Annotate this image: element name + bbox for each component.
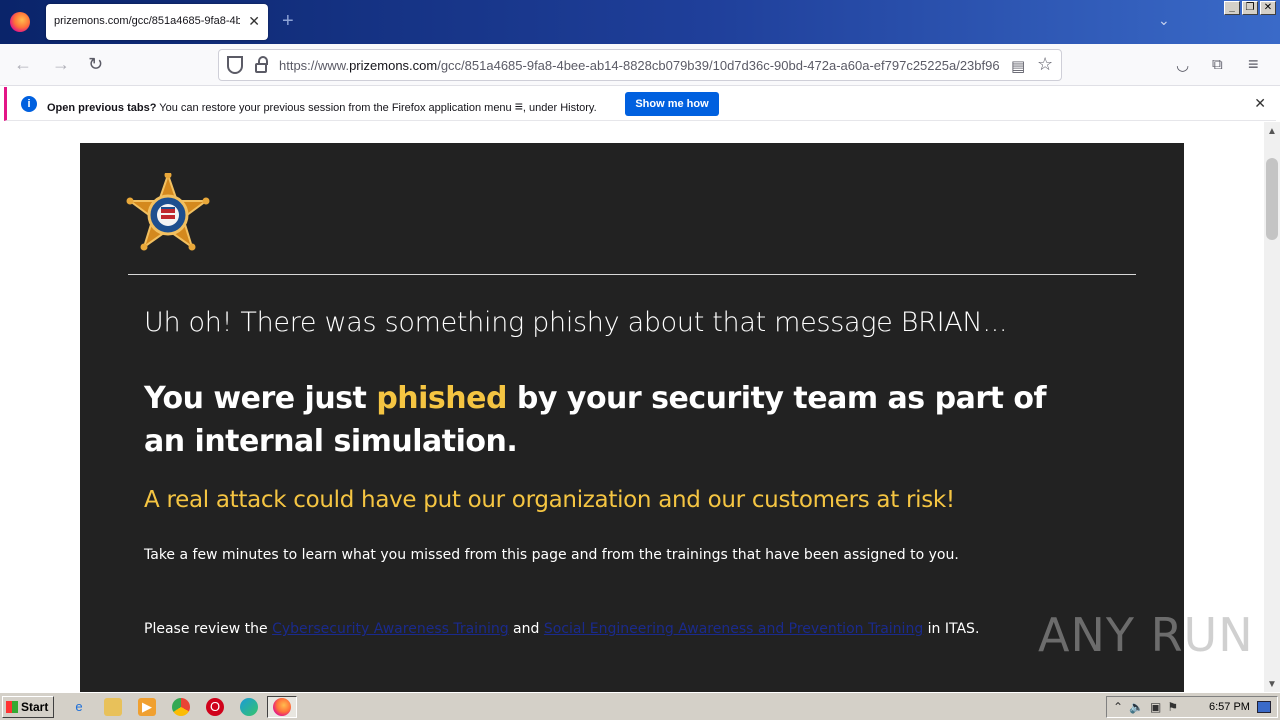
- headline-highlight: phished: [376, 381, 507, 416]
- restore-session-notification: i Open previous tabs? You can restore yo…: [4, 87, 1276, 121]
- pocket-icon[interactable]: ◡: [1176, 56, 1189, 74]
- window-controls: _ ❐ ✕: [1224, 1, 1276, 15]
- list-all-tabs-icon[interactable]: ⌄: [1158, 12, 1170, 29]
- reader-view-icon[interactable]: ▤: [1011, 57, 1025, 75]
- tab-active[interactable]: prizemons.com/gcc/851a4685-9fa8-4bee ✕: [46, 4, 268, 40]
- start-label: Start: [21, 700, 49, 714]
- reload-icon[interactable]: ↻: [88, 54, 103, 75]
- firefox-taskbar-button[interactable]: [267, 696, 297, 718]
- media-player-icon[interactable]: ▶: [138, 698, 156, 716]
- info-icon: i: [21, 96, 37, 112]
- review-suffix: in ITAS.: [923, 621, 980, 637]
- star-badge-logo: [126, 173, 210, 251]
- url-text[interactable]: https://www.prizemons.com/gcc/851a4685-9…: [279, 58, 999, 73]
- opera-icon[interactable]: O: [206, 698, 224, 716]
- minimize-button[interactable]: _: [1224, 1, 1240, 15]
- review-paragraph: Please review the Cybersecurity Awarenes…: [144, 621, 979, 637]
- page-viewport: Uh oh! There was something phishy about …: [0, 122, 1264, 692]
- close-window-button[interactable]: ✕: [1260, 1, 1276, 15]
- internet-explorer-icon[interactable]: e: [70, 698, 88, 716]
- show-me-how-button[interactable]: Show me how: [625, 92, 719, 116]
- phished-headline: You were just phished by your security t…: [144, 377, 1084, 463]
- restore-button[interactable]: ❐: [1242, 1, 1258, 15]
- system-tray: ⌃🔈▣⚑ 6:57 PM: [1106, 696, 1278, 718]
- social-engineering-training-link[interactable]: Social Engineering Awareness and Prevent…: [544, 621, 923, 637]
- page-heading: Uh oh! There was something phishy about …: [144, 307, 1008, 338]
- notification-text: Open previous tabs? You can restore your…: [47, 98, 597, 114]
- headline-part1: You were just: [144, 381, 377, 416]
- url-path: /gcc/851a4685-9fa8-4bee-ab14-8828cb079b3…: [437, 58, 999, 73]
- navigation-toolbar: ← → ↻ https://www.prizemons.com/gcc/851a…: [0, 44, 1280, 86]
- notification-message-end: , under History.: [522, 102, 597, 114]
- windows-flag-icon: [6, 701, 18, 713]
- scrollbar-thumb[interactable]: [1266, 158, 1278, 240]
- phishing-notice-card: Uh oh! There was something phishy about …: [80, 143, 1184, 692]
- file-explorer-icon[interactable]: [104, 698, 122, 716]
- review-prefix: Please review the: [144, 621, 273, 637]
- app-menu-glyph-icon: ≡: [514, 98, 523, 114]
- app-menu-icon[interactable]: ≡: [1248, 54, 1259, 75]
- scroll-up-icon[interactable]: ▲: [1267, 126, 1277, 137]
- page-scrollbar[interactable]: ▲ ▼: [1264, 122, 1280, 692]
- review-and: and: [508, 621, 544, 637]
- new-tab-icon[interactable]: +: [282, 10, 294, 33]
- clock[interactable]: 6:57 PM: [1209, 701, 1250, 713]
- tray-icons[interactable]: ⌃🔈▣⚑: [1113, 700, 1184, 714]
- scroll-down-icon[interactable]: ▼: [1267, 679, 1277, 690]
- edge-icon[interactable]: [240, 698, 258, 716]
- back-icon[interactable]: ←: [14, 54, 32, 75]
- chrome-icon[interactable]: [172, 698, 190, 716]
- tracking-protection-icon[interactable]: [227, 56, 243, 74]
- notification-title: Open previous tabs?: [47, 102, 157, 114]
- risk-warning: A real attack could have put our organiz…: [144, 487, 955, 513]
- taskbar: Start e ▶ O ⌃🔈▣⚑ 6:57 PM: [0, 692, 1280, 720]
- notification-message: You can restore your previous session fr…: [159, 102, 512, 114]
- forward-icon[interactable]: →: [52, 54, 70, 75]
- divider: [128, 274, 1136, 275]
- lock-icon[interactable]: [255, 56, 268, 73]
- bookmark-star-icon[interactable]: ☆: [1037, 54, 1053, 75]
- tab-title: prizemons.com/gcc/851a4685-9fa8-4bee: [54, 15, 240, 27]
- url-bar[interactable]: https://www.prizemons.com/gcc/851a4685-9…: [218, 49, 1062, 81]
- tab-strip: prizemons.com/gcc/851a4685-9fa8-4bee ✕ +…: [0, 0, 1280, 44]
- firefox-icon[interactable]: [10, 12, 30, 32]
- notification-close-icon[interactable]: ✕: [1254, 95, 1266, 112]
- anyrun-watermark: ANY RUN: [1038, 608, 1254, 662]
- show-desktop-icon[interactable]: [1257, 701, 1271, 713]
- start-button[interactable]: Start: [2, 696, 54, 718]
- firefox-taskbar-icon: [273, 698, 291, 716]
- url-domain: prizemons.com: [349, 58, 438, 73]
- extensions-icon[interactable]: ⧉: [1212, 56, 1223, 73]
- tab-close-icon[interactable]: ✕: [248, 13, 260, 30]
- cybersecurity-training-link[interactable]: Cybersecurity Awareness Training: [272, 621, 509, 637]
- url-prefix: https://www.: [279, 58, 350, 73]
- intro-paragraph: Take a few minutes to learn what you mis…: [144, 547, 959, 563]
